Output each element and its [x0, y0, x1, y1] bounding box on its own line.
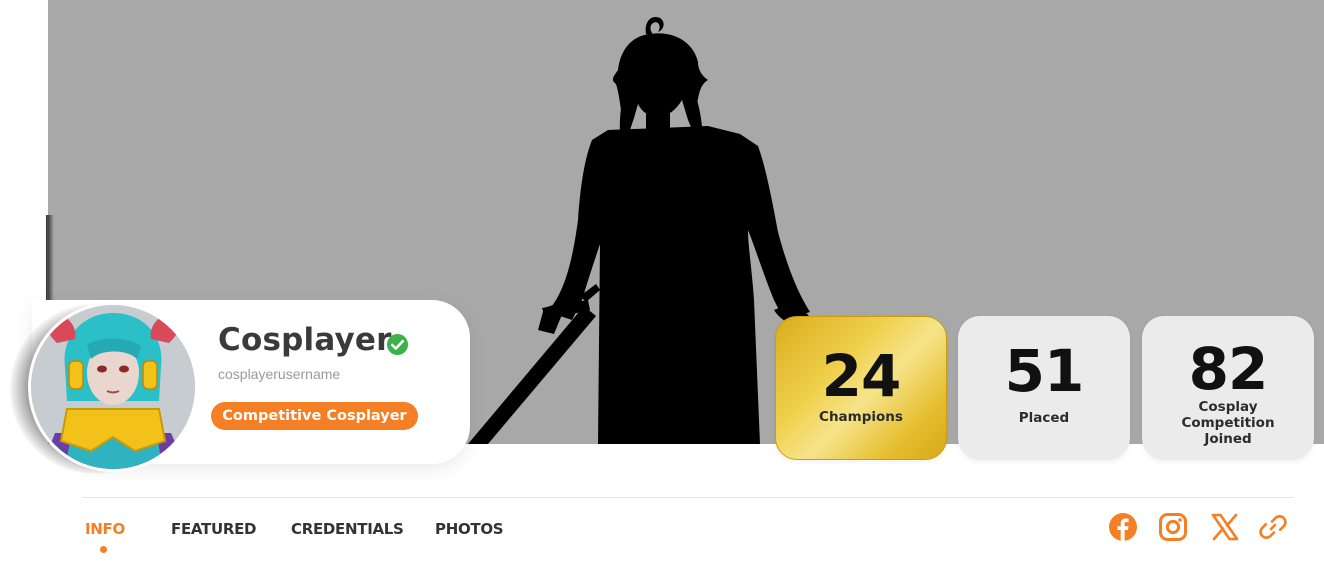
- avatar-container[interactable]: [10, 292, 200, 474]
- link-icon[interactable]: [1258, 512, 1288, 542]
- active-tab-indicator: [100, 546, 107, 553]
- avatar-photo: [31, 305, 195, 469]
- stat-value: 51: [1004, 337, 1085, 405]
- tab-featured[interactable]: FEATURED: [171, 520, 257, 538]
- avatar[interactable]: [28, 302, 198, 472]
- stat-value: 24: [821, 342, 902, 410]
- stat-label: Champions: [819, 409, 903, 425]
- instagram-icon[interactable]: [1158, 512, 1188, 542]
- tab-divider: [82, 497, 1294, 498]
- facebook-icon[interactable]: [1108, 512, 1138, 542]
- stat-card-champions: 24 Champions: [775, 316, 947, 460]
- stat-label: Placed: [1018, 410, 1070, 426]
- role-badge: Competitive Cosplayer: [211, 402, 418, 430]
- stat-card-competitions: 82 Cosplay Competition Joined: [1142, 316, 1314, 460]
- stat-label: Cosplay Competition Joined: [1181, 399, 1275, 447]
- stat-card-placed: 51 Placed: [958, 316, 1130, 460]
- tab-info[interactable]: INFO: [85, 520, 125, 538]
- tab-credentials[interactable]: CREDENTIALS: [291, 520, 404, 538]
- profile-username: cosplayerusername: [218, 366, 341, 382]
- x-icon[interactable]: [1210, 512, 1240, 542]
- check-circle-icon: [386, 333, 409, 356]
- tab-photos[interactable]: PHOTOS: [435, 520, 504, 538]
- stat-value: 82: [1188, 335, 1269, 403]
- profile-page: Cosplayer cosplayerusername Competitive …: [0, 0, 1324, 568]
- profile-name: Cosplayer: [218, 322, 392, 358]
